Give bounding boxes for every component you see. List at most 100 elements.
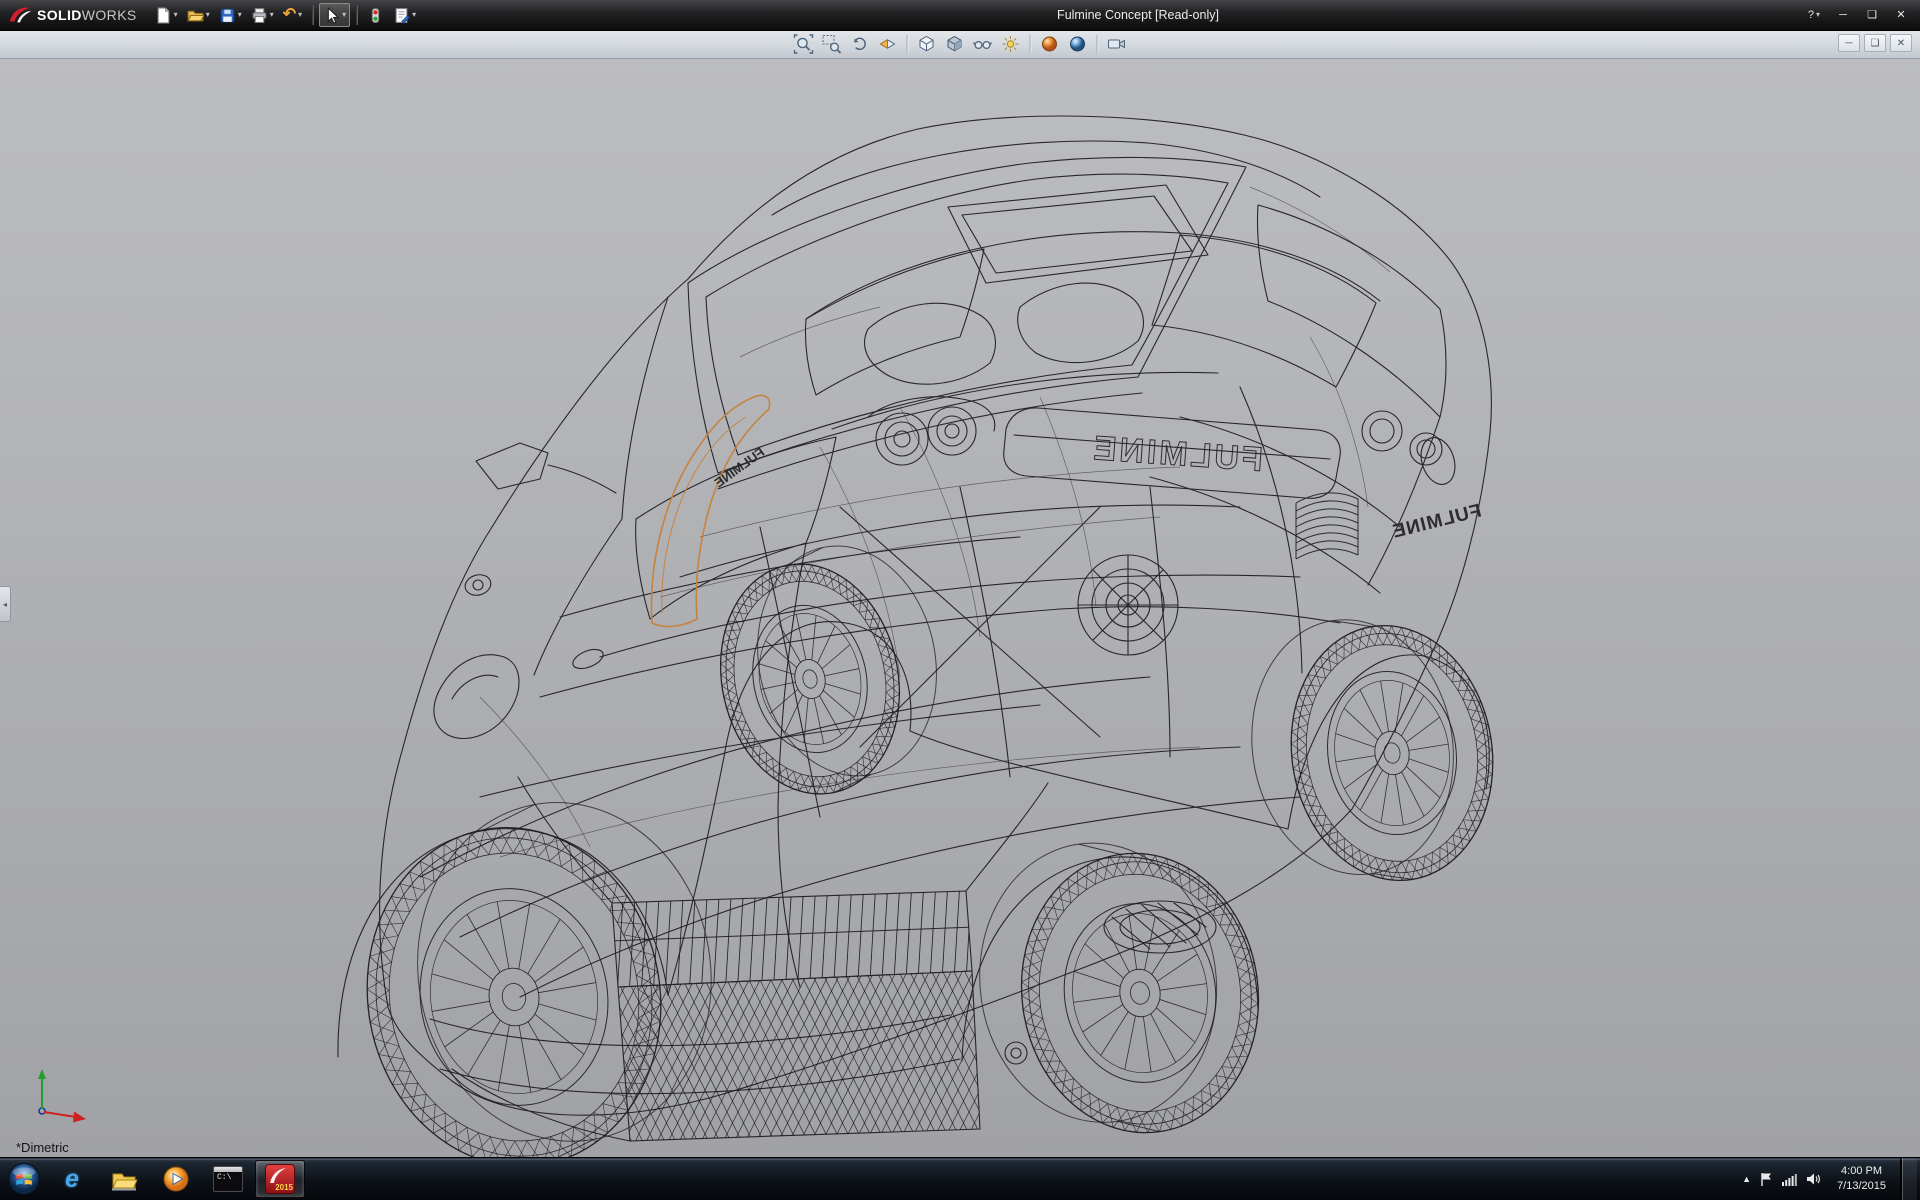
menu-bar: SOLIDWORKS ▾ ▾ ▾ bbox=[0, 0, 1920, 31]
toolbar-separator bbox=[356, 5, 357, 25]
taskbar-solidworks-2015[interactable]: 2015 bbox=[255, 1160, 305, 1198]
system-tray: ▲ 4:00 PM 7/13/2015 bbox=[1742, 1158, 1918, 1200]
print-button[interactable]: ▾ bbox=[247, 3, 278, 27]
hidden-icons-button[interactable]: ▲ bbox=[1742, 1174, 1751, 1184]
document-window-controls: ─ ❏ ✕ bbox=[1838, 34, 1912, 52]
taskbar-internet-explorer[interactable]: e bbox=[47, 1160, 97, 1198]
toolbar-separator bbox=[907, 35, 908, 53]
view-orientation-button[interactable] bbox=[914, 32, 940, 56]
heads-up-toolbar: ─ ❏ ✕ bbox=[0, 30, 1920, 59]
maximize-button[interactable]: ❏ bbox=[1859, 6, 1885, 25]
graphics-viewport[interactable]: FULMINE FULMINE FULMINE *Dimetric ◂ bbox=[0, 58, 1920, 1158]
wheel-rear-left[interactable] bbox=[698, 529, 960, 811]
toolbar-separator bbox=[1097, 35, 1098, 53]
appearance-ball-icon bbox=[1040, 34, 1060, 54]
file-explorer-icon bbox=[110, 1166, 138, 1192]
wheels-group bbox=[338, 529, 1511, 1158]
open-button[interactable]: ▾ bbox=[183, 3, 214, 27]
volume-icon[interactable] bbox=[1806, 1172, 1821, 1186]
select-cursor-icon bbox=[323, 7, 340, 24]
start-button[interactable] bbox=[2, 1159, 46, 1199]
camera-view-button[interactable] bbox=[1104, 32, 1130, 56]
view-tools-group bbox=[791, 32, 1130, 56]
rebuild-stoplight-icon bbox=[367, 7, 384, 24]
front-grille-mesh bbox=[520, 962, 1187, 1152]
featuremanager-collapse-tab[interactable]: ◂ bbox=[0, 586, 11, 622]
file-properties-button[interactable]: ▾ bbox=[389, 3, 420, 27]
camera-icon bbox=[1107, 34, 1127, 54]
model-text-front: FULMINE bbox=[1090, 429, 1264, 479]
view-orientation-cube-icon bbox=[917, 34, 937, 54]
taskbar-command-prompt[interactable]: C:\ bbox=[203, 1160, 253, 1198]
triad-y-arrow bbox=[38, 1069, 46, 1079]
window-controls: ?▾ ─ ❏ ✕ bbox=[1801, 6, 1914, 25]
solidworks-app-icon: 2015 bbox=[265, 1164, 295, 1194]
toolbar-separator bbox=[1030, 35, 1031, 53]
taskbar-clock[interactable]: 4:00 PM 7/13/2015 bbox=[1830, 1164, 1893, 1194]
model-text-side: FULMINE bbox=[1390, 500, 1484, 542]
wheel-front-left[interactable] bbox=[338, 779, 741, 1158]
car-secondary-lines bbox=[480, 187, 1390, 857]
clock-date: 7/13/2015 bbox=[1837, 1179, 1886, 1194]
wheel-front-right[interactable] bbox=[962, 822, 1277, 1154]
save-floppy-icon bbox=[219, 7, 236, 24]
solidworks-mark-icon bbox=[8, 5, 32, 25]
undo-icon: ↶ bbox=[283, 7, 296, 23]
document-close-button[interactable]: ✕ bbox=[1890, 34, 1912, 52]
triad-x-axis bbox=[44, 1112, 76, 1117]
wireframe-model[interactable]: FULMINE FULMINE FULMINE bbox=[0, 58, 1920, 1158]
orientation-triad[interactable] bbox=[26, 1065, 90, 1132]
action-center-flag-icon[interactable] bbox=[1760, 1172, 1773, 1187]
zoom-to-fit-icon bbox=[794, 34, 814, 54]
triad-x-arrow bbox=[73, 1112, 86, 1123]
help-button[interactable]: ?▾ bbox=[1801, 6, 1827, 25]
taskbar-media-player[interactable] bbox=[151, 1160, 201, 1198]
desktop: SOLIDWORKS ▾ ▾ ▾ bbox=[0, 0, 1920, 1200]
taskbar: e C:\ bbox=[0, 1157, 1920, 1200]
zoom-to-fit-button[interactable] bbox=[791, 32, 817, 56]
display-style-button[interactable] bbox=[942, 32, 968, 56]
network-icon[interactable] bbox=[1782, 1173, 1797, 1186]
media-player-icon bbox=[162, 1165, 190, 1193]
hide-show-items-button[interactable] bbox=[970, 32, 996, 56]
minimize-button[interactable]: ─ bbox=[1830, 6, 1856, 25]
save-button[interactable]: ▾ bbox=[215, 3, 246, 27]
new-document-button[interactable]: ▾ bbox=[151, 3, 182, 27]
internet-explorer-icon: e bbox=[65, 1167, 79, 1192]
select-button[interactable]: ▾ bbox=[319, 3, 350, 27]
rebuild-button[interactable] bbox=[363, 3, 388, 27]
solidworks-wordmark: SOLIDWORKS bbox=[37, 7, 137, 23]
edit-appearance-button[interactable] bbox=[1037, 32, 1063, 56]
wheel-rear-right[interactable] bbox=[1234, 599, 1511, 901]
previous-view-button[interactable] bbox=[847, 32, 873, 56]
command-prompt-icon: C:\ bbox=[213, 1166, 243, 1192]
zoom-to-area-button[interactable] bbox=[819, 32, 845, 56]
zoom-to-area-icon bbox=[822, 34, 842, 54]
view-settings-sun-icon bbox=[1001, 34, 1021, 54]
taskbar-file-explorer[interactable] bbox=[99, 1160, 149, 1198]
solidworks-logo[interactable]: SOLIDWORKS bbox=[6, 0, 151, 30]
document-minimize-button[interactable]: ─ bbox=[1838, 34, 1860, 52]
scene-ball-icon bbox=[1068, 34, 1088, 54]
previous-view-icon bbox=[850, 34, 870, 54]
show-desktop-button[interactable] bbox=[1902, 1158, 1917, 1200]
apply-scene-button[interactable] bbox=[1065, 32, 1091, 56]
view-settings-button[interactable] bbox=[998, 32, 1024, 56]
undo-button[interactable]: ↶ ▾ bbox=[279, 3, 306, 27]
close-button[interactable]: ✕ bbox=[1888, 6, 1914, 25]
open-folder-icon bbox=[187, 7, 204, 24]
printer-icon bbox=[251, 7, 268, 24]
section-view-icon bbox=[878, 34, 898, 54]
clock-time: 4:00 PM bbox=[1841, 1164, 1882, 1179]
car-body-wireframe[interactable] bbox=[338, 116, 1491, 1141]
toolbar-separator bbox=[312, 5, 313, 25]
section-view-button[interactable] bbox=[875, 32, 901, 56]
windows-start-icon bbox=[7, 1162, 41, 1196]
vent-louvers bbox=[1296, 493, 1358, 559]
model-text-door: FULMINE bbox=[711, 444, 767, 490]
document-restore-button[interactable]: ❏ bbox=[1864, 34, 1886, 52]
window-title: Fulmine Concept [Read-only] bbox=[1057, 0, 1219, 30]
highlighted-sketch[interactable] bbox=[651, 396, 769, 627]
standard-toolbar: ▾ ▾ ▾ ▾ bbox=[151, 3, 421, 27]
hide-show-glasses-icon bbox=[973, 34, 993, 54]
